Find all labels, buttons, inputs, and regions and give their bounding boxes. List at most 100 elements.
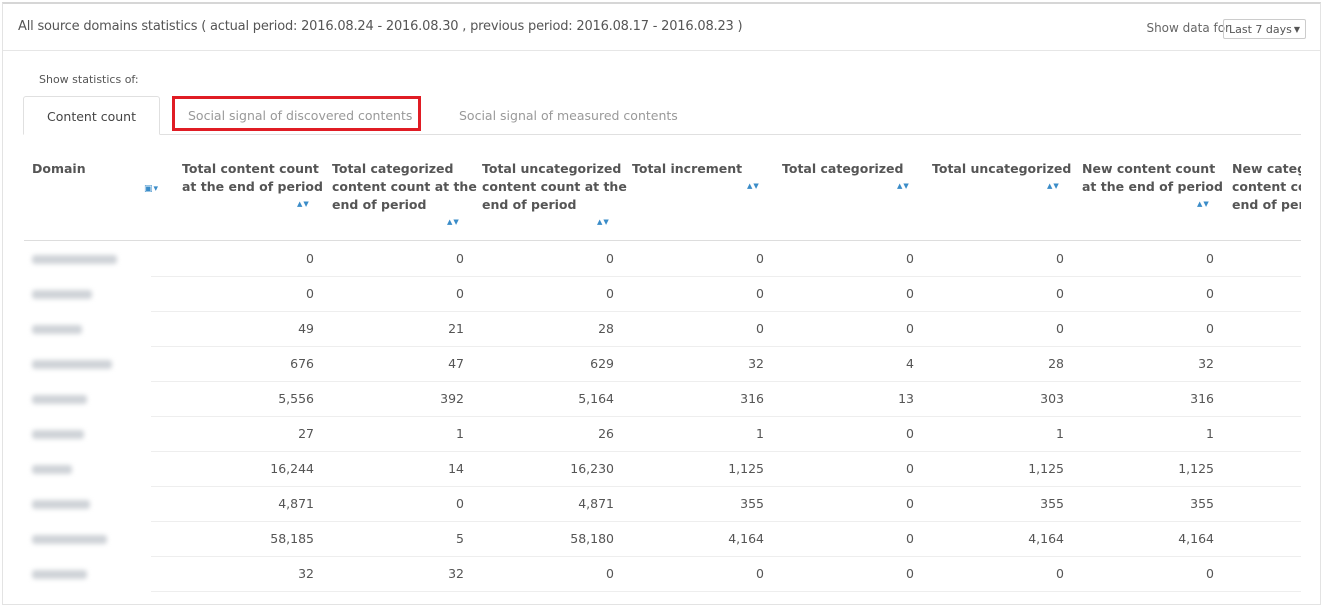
table-cell: 0 bbox=[1056, 251, 1064, 266]
table-cell: 21 bbox=[448, 321, 464, 336]
domain-name-blurred[interactable] bbox=[32, 290, 92, 299]
row-divider bbox=[151, 346, 1301, 347]
tab-content-count[interactable]: Content count bbox=[23, 96, 160, 135]
domain-name-blurred[interactable] bbox=[32, 325, 82, 334]
table-cell: 0 bbox=[1056, 321, 1064, 336]
table-cell: 32 bbox=[748, 356, 764, 371]
table-cell: 1,125 bbox=[1178, 461, 1214, 476]
table-cell: 5 bbox=[456, 531, 464, 546]
table-cell: 676 bbox=[290, 356, 314, 371]
table-cell: 0 bbox=[906, 321, 914, 336]
domain-name-blurred[interactable] bbox=[32, 395, 87, 404]
domain-name-blurred[interactable] bbox=[32, 360, 112, 369]
table-cell: 5,556 bbox=[278, 391, 314, 406]
table-cell: 0 bbox=[1206, 566, 1214, 581]
domain-stats-table: Domain ▣▾ Total content count at the end o… bbox=[24, 154, 1301, 594]
table-cell: 392 bbox=[440, 391, 464, 406]
table-cell: 32 bbox=[448, 566, 464, 581]
table-cell: 0 bbox=[906, 251, 914, 266]
table-cell: 32 bbox=[298, 566, 314, 581]
period-select-value: Last 7 days bbox=[1229, 23, 1292, 36]
table-cell: 0 bbox=[1206, 321, 1214, 336]
row-divider bbox=[151, 311, 1301, 312]
sort-arrows-icon[interactable]: ▲▼ bbox=[597, 218, 610, 226]
table-cell: 0 bbox=[906, 286, 914, 301]
table-cell: 49 bbox=[298, 321, 314, 336]
column-header[interactable]: Total content count at the end of period bbox=[182, 160, 328, 196]
table-cell: 0 bbox=[1056, 286, 1064, 301]
table-cell: 28 bbox=[598, 321, 614, 336]
row-divider bbox=[151, 556, 1301, 557]
table-cell: 0 bbox=[456, 251, 464, 266]
table-cell: 1 bbox=[1206, 426, 1214, 441]
tab-social-signal-measured[interactable]: Social signal of measured contents bbox=[445, 96, 692, 134]
table-cell: 0 bbox=[456, 286, 464, 301]
table-cell: 355 bbox=[740, 496, 764, 511]
domain-name-blurred[interactable] bbox=[32, 500, 90, 509]
page-title: All source domains statistics ( actual p… bbox=[18, 19, 743, 34]
table-cell: 58,180 bbox=[570, 531, 614, 546]
table-cell: 28 bbox=[1048, 356, 1064, 371]
table-cell: 0 bbox=[606, 251, 614, 266]
table-cell: 14 bbox=[448, 461, 464, 476]
table-cell: 4,871 bbox=[278, 496, 314, 511]
table-cell: 0 bbox=[606, 286, 614, 301]
column-header[interactable]: Total categorized content count at the e… bbox=[332, 160, 478, 214]
sort-arrows-icon[interactable]: ▲▼ bbox=[1197, 200, 1210, 208]
table-cell: 316 bbox=[1190, 391, 1214, 406]
row-divider bbox=[151, 381, 1301, 382]
sort-arrows-icon[interactable]: ▲▼ bbox=[747, 182, 760, 190]
table-cell: 32 bbox=[1198, 356, 1214, 371]
table-cell: 0 bbox=[756, 321, 764, 336]
table-cell: 4,164 bbox=[728, 531, 764, 546]
table-cell: 0 bbox=[1206, 251, 1214, 266]
column-header[interactable]: Total uncategorized bbox=[932, 160, 1078, 178]
table-cell: 629 bbox=[590, 356, 614, 371]
caret-down-icon: ▼ bbox=[1293, 25, 1300, 34]
table-cell: 0 bbox=[906, 496, 914, 511]
domain-name-blurred[interactable] bbox=[32, 465, 72, 474]
table-cell: 316 bbox=[740, 391, 764, 406]
table-cell: 355 bbox=[1190, 496, 1214, 511]
column-header[interactable]: New content count at the end of period bbox=[1082, 160, 1228, 196]
table-cell: 0 bbox=[906, 531, 914, 546]
table-cell: 4,164 bbox=[1028, 531, 1064, 546]
table-cell: 13 bbox=[898, 391, 914, 406]
statistics-panel: All source domains statistics ( actual p… bbox=[2, 2, 1321, 605]
domain-name-blurred[interactable] bbox=[32, 535, 107, 544]
sort-arrows-icon[interactable]: ▲▼ bbox=[447, 218, 460, 226]
sort-arrows-icon[interactable]: ▲▼ bbox=[1047, 182, 1060, 190]
table-cell: 0 bbox=[1206, 286, 1214, 301]
table-cell: 5,164 bbox=[578, 391, 614, 406]
table-cell: 4 bbox=[906, 356, 914, 371]
column-header[interactable]: Total uncategorized content count at the… bbox=[482, 160, 628, 214]
row-divider bbox=[151, 416, 1301, 417]
table-cell: 0 bbox=[906, 461, 914, 476]
table-cell: 0 bbox=[756, 566, 764, 581]
period-select[interactable]: Last 7 days ▼ bbox=[1223, 19, 1306, 39]
table-cell: 0 bbox=[456, 496, 464, 511]
domain-name-blurred[interactable] bbox=[32, 430, 84, 439]
table-cell: 47 bbox=[448, 356, 464, 371]
sort-active-icon[interactable]: ▣▾ bbox=[144, 184, 159, 194]
table-cell: 0 bbox=[1056, 566, 1064, 581]
row-divider bbox=[151, 486, 1301, 487]
table-cell: 1,125 bbox=[728, 461, 764, 476]
column-header[interactable]: Total increment bbox=[632, 160, 778, 178]
table-cell: 0 bbox=[756, 286, 764, 301]
table-cell: 1,125 bbox=[1028, 461, 1064, 476]
show-statistics-label: Show statistics of: bbox=[39, 73, 139, 86]
column-header[interactable]: Domain bbox=[32, 160, 132, 178]
table-cell: 0 bbox=[756, 251, 764, 266]
table-cell: 0 bbox=[606, 566, 614, 581]
header-divider bbox=[24, 240, 1301, 241]
panel-header: All source domains statistics ( actual p… bbox=[3, 4, 1320, 51]
sort-arrows-icon[interactable]: ▲▼ bbox=[297, 200, 310, 208]
table-cell: 4,164 bbox=[1178, 531, 1214, 546]
domain-name-blurred[interactable] bbox=[32, 570, 87, 579]
domain-name-blurred[interactable] bbox=[32, 255, 117, 264]
row-divider bbox=[151, 276, 1301, 277]
column-header[interactable]: New categorized content count at the end… bbox=[1232, 160, 1301, 214]
column-header[interactable]: Total categorized bbox=[782, 160, 928, 178]
sort-arrows-icon[interactable]: ▲▼ bbox=[897, 182, 910, 190]
